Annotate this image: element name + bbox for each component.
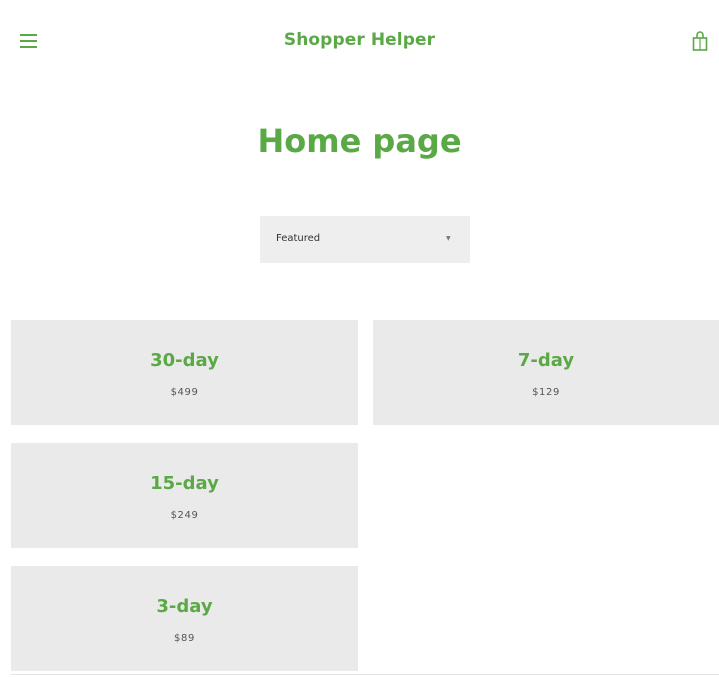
app-title: Shopper Helper <box>283 30 436 50</box>
product-price: $249 <box>170 510 199 521</box>
product-card-15-day[interactable]: 15-day $249 <box>11 443 358 548</box>
app-header: Shopper Helper <box>0 0 719 84</box>
product-price: $499 <box>170 387 199 398</box>
product-card-3-day[interactable]: 3-day $89 <box>11 566 358 671</box>
product-card-30-day[interactable]: 30-day $499 <box>11 320 358 425</box>
product-card-7-day[interactable]: 7-day $129 <box>373 320 719 425</box>
bottom-divider <box>11 674 719 675</box>
product-name: 15-day <box>150 473 219 494</box>
product-price: $89 <box>174 633 195 644</box>
product-name: 7-day <box>517 350 575 371</box>
product-name: 30-day <box>150 350 219 371</box>
page-title: Home page <box>257 122 462 160</box>
chevron-down-icon: ▼ <box>446 235 451 242</box>
shopping-bag-icon[interactable] <box>692 30 708 52</box>
product-price: $129 <box>532 387 560 398</box>
home-screen: Shopper Helper Home page Featured ▼ 30-d… <box>0 0 719 677</box>
sort-selected-value: Featured <box>276 233 321 244</box>
sort-dropdown[interactable]: Featured ▼ <box>260 216 470 263</box>
product-name: 3-day <box>156 596 213 617</box>
